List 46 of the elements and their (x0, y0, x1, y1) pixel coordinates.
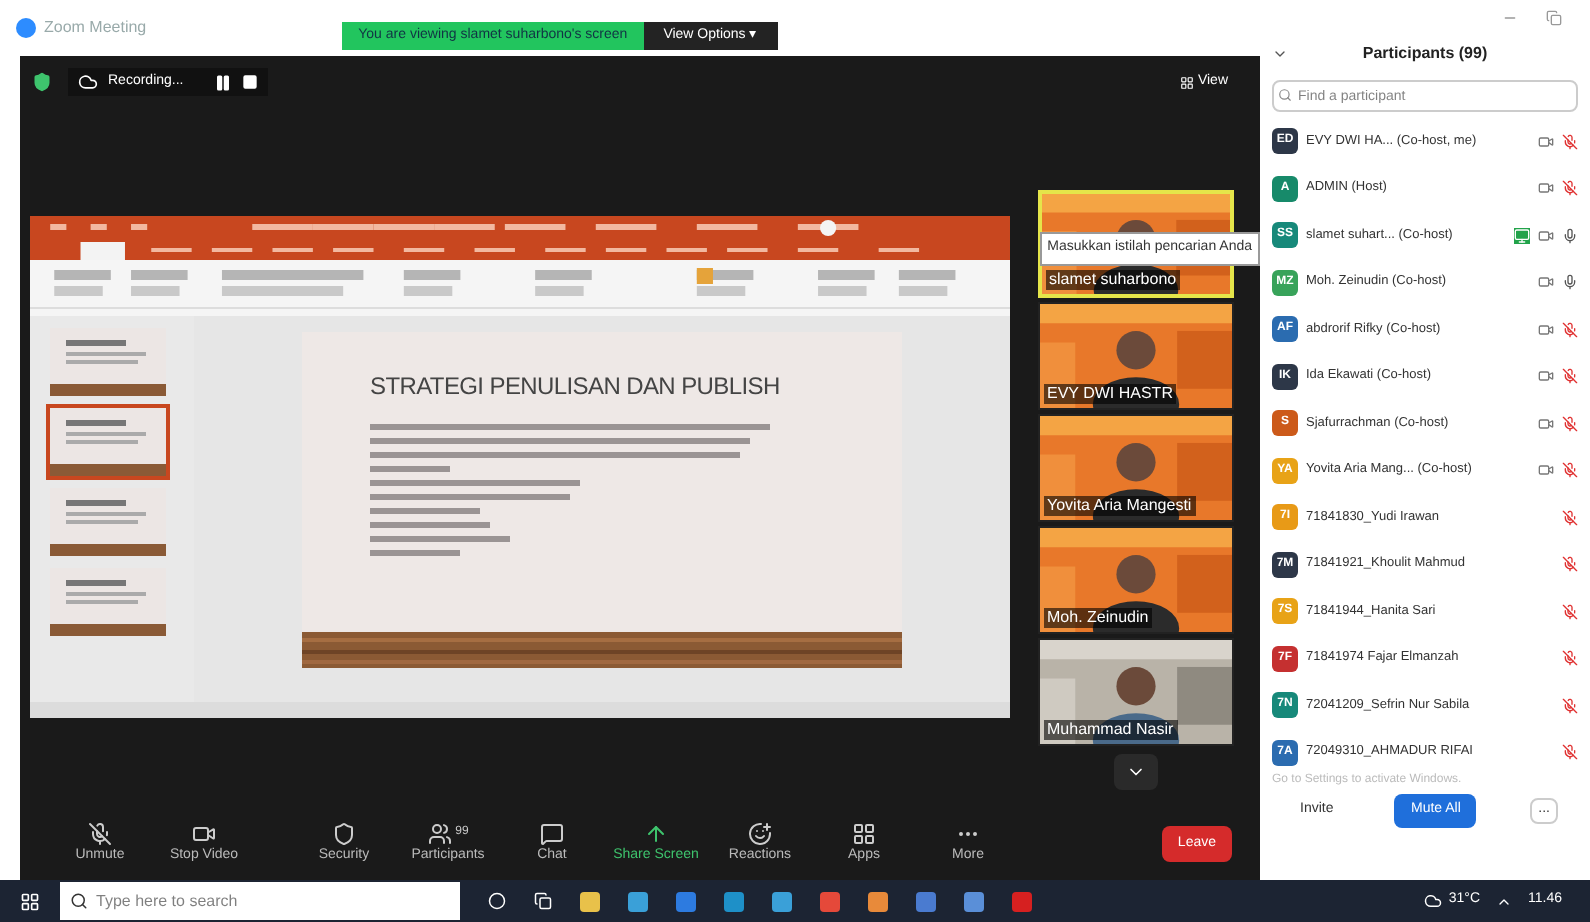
mic-off-icon (88, 821, 112, 846)
people-icon (427, 821, 452, 846)
windows-start-icon[interactable] (20, 891, 40, 911)
app-logo-icon (16, 18, 36, 38)
taskbar-app-icon[interactable] (724, 891, 744, 911)
pause-icon[interactable] (213, 73, 232, 91)
task-view-icon[interactable] (534, 892, 552, 910)
participant-name: EVY DWI HASTR (1043, 384, 1177, 404)
video-camera-icon (192, 821, 216, 846)
shield-icon (32, 72, 52, 92)
arrow-up-icon (644, 821, 668, 846)
participant-name: Yovita Aria Mangesti (1043, 496, 1196, 516)
window-title: Zoom Meeting (44, 16, 147, 40)
stop-icon[interactable] (241, 74, 258, 90)
slide-thumbnail[interactable] (50, 408, 166, 476)
taskbar-search-field[interactable]: Type here to search (60, 882, 460, 920)
search-icon (1278, 88, 1292, 102)
restore-icon[interactable] (1546, 10, 1562, 26)
taskbar-app-icon[interactable] (580, 891, 600, 911)
search-icon (70, 892, 88, 910)
blurred-bullet-line (370, 522, 490, 528)
taskbar-app-icon[interactable] (628, 891, 648, 911)
taskbar-app-icon[interactable] (916, 891, 936, 911)
collapse-icon[interactable] (1272, 46, 1288, 62)
taskbar-app-icon[interactable] (868, 891, 888, 911)
blurred-bullet-line (370, 550, 460, 556)
taskbar-app-icon[interactable] (964, 891, 984, 911)
taskbar-app-icon[interactable] (820, 891, 840, 911)
cortana-icon[interactable] (488, 892, 506, 910)
participant-name: slamet suharbono (1045, 270, 1181, 290)
taskbar-app-icon[interactable] (772, 891, 792, 911)
blurred-bullet-line (370, 536, 510, 542)
grid-icon (852, 821, 876, 846)
taskbar-app-icon[interactable] (676, 891, 696, 911)
chat-icon (540, 821, 564, 846)
participant-name: Moh. Zeinudin (1043, 608, 1153, 628)
blurred-bullet-line (370, 466, 450, 472)
shield-icon (332, 821, 356, 846)
cloud-icon (78, 72, 98, 92)
slide-title: STRATEGI PENULISAN DAN PUBLISH (370, 370, 782, 404)
blurred-bullet-line (370, 508, 480, 514)
participant-name: Muhammad Nasir (1043, 720, 1178, 740)
weather-icon (1424, 892, 1443, 910)
grid-icon (1179, 75, 1194, 89)
participants-title: Participants (99) (1360, 42, 1490, 66)
smiley-icon (748, 821, 772, 846)
